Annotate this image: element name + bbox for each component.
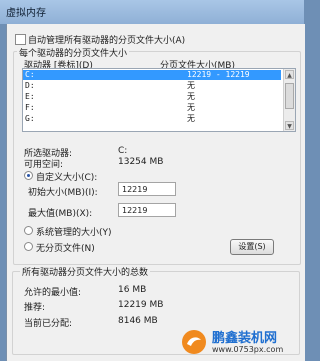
auto-manage-checkbox[interactable] [15,34,26,45]
drive-paging-size: 无 [187,92,195,101]
min-allowed-value: 16 MB [118,285,147,295]
max-size-label: 最大值(MB)(X): [28,209,93,219]
watermark-url: www.0753px.com [212,345,284,354]
free-space-value: 13254 MB [118,157,164,167]
scroll-up-icon[interactable]: ▲ [285,70,294,79]
drive-letter: G: [25,114,35,123]
drive-paging-size: 无 [187,103,195,112]
system-managed-label[interactable]: 系统管理的大小(Y) [36,225,112,238]
current-allocated-value: 8146 MB [118,316,158,326]
custom-size-radio[interactable] [24,171,33,180]
min-allowed-label: 允许的最小值: [24,288,82,298]
list-item[interactable]: G: 无 [23,114,281,124]
free-space-label: 可用空间: [24,160,64,170]
drive-paging-size: 无 [187,81,195,90]
current-allocated-label: 当前已分配: [24,319,73,329]
no-paging-label[interactable]: 无分页文件(N) [36,241,95,254]
drive-letter: C: [25,70,35,79]
drive-list[interactable]: C: 12219 - 12219 D: 无 E: 无 F: 无 G: 无 ▲ ▼ [22,68,296,132]
drive-letter: F: [25,103,35,112]
selected-drive-value: C: [118,146,128,156]
system-managed-radio[interactable] [24,226,33,235]
window-title: 虚拟内存 [6,8,46,19]
drive-letter: E: [25,92,35,101]
title-bar: 虚拟内存 [0,0,304,24]
drive-list-scrollbar[interactable]: ▲ ▼ [283,69,295,131]
recommended-value: 12219 MB [118,300,164,310]
watermark-brand: 鹏鑫装机网 [212,331,278,346]
set-button[interactable]: 设置(S) [230,239,274,255]
initial-size-input[interactable]: 12219 [118,182,176,196]
recommended-label: 推荐: [24,303,46,313]
totals-group-title: 所有驱动器分页文件大小的总数 [20,265,151,278]
auto-manage-label[interactable]: 自动管理所有驱动器的分页文件大小(A) [28,33,185,46]
custom-size-label[interactable]: 自定义大小(C): [36,170,97,183]
list-item[interactable]: F: 无 [23,103,281,113]
no-paging-radio[interactable] [24,242,33,251]
brand-logo-icon [182,330,206,354]
site-watermark: 鹏鑫装机网 www.0753px.com [180,327,300,357]
drive-paging-size: 12219 - 12219 [187,70,250,79]
drive-letter: D: [25,81,35,90]
list-item[interactable]: C: 12219 - 12219 [23,70,281,80]
max-size-input[interactable]: 12219 [118,203,176,217]
scroll-thumb[interactable] [285,83,294,109]
drive-paging-size: 无 [187,114,195,123]
list-item[interactable]: E: 无 [23,92,281,102]
list-item[interactable]: D: 无 [23,81,281,91]
scroll-down-icon[interactable]: ▼ [285,121,294,130]
initial-size-label: 初始大小(MB)(I): [28,188,98,198]
